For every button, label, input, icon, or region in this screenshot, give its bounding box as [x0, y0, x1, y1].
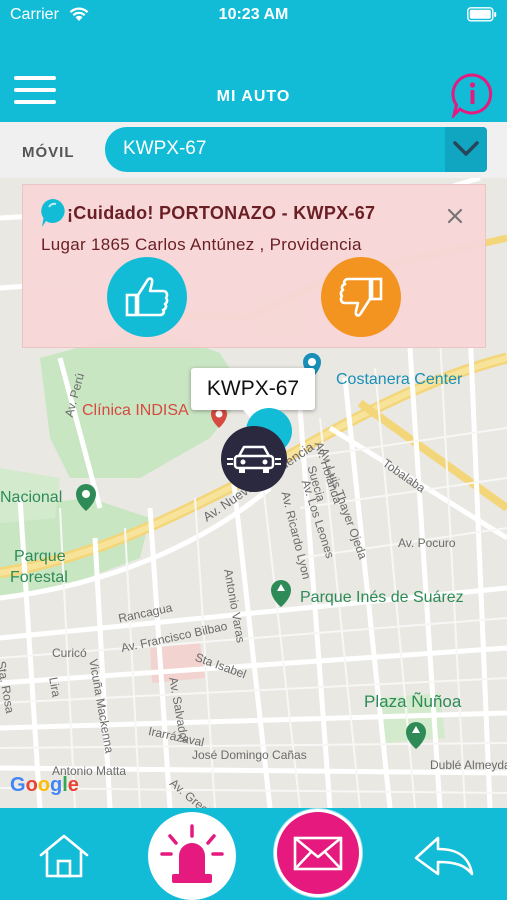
place-label-ines-suarez[interactable]: Parque Inés de Suárez — [300, 589, 464, 607]
alarm-button[interactable] — [148, 812, 236, 900]
mail-icon — [293, 836, 343, 871]
vehicle-dropdown[interactable]: KWPX-67 — [105, 127, 487, 172]
chat-bubble-icon — [40, 198, 66, 233]
battery-icon — [467, 7, 497, 27]
clock: 10:23 AM — [218, 6, 289, 23]
place-label-parque[interactable]: Parque — [14, 548, 66, 566]
street-label: José Domingo Cañas — [192, 748, 307, 762]
home-icon[interactable] — [38, 833, 90, 879]
page-title: MI AUTO — [216, 88, 291, 105]
place-label-forestal[interactable]: Forestal — [10, 569, 68, 587]
alert-title: ¡Cuidado! PORTONAZO - KWPX-67 — [67, 203, 376, 223]
bottom-nav — [0, 808, 507, 900]
place-label-plaza-nunoa[interactable]: Plaza Ñuñoa — [364, 692, 461, 712]
place-label-costanera[interactable]: Costanera Center — [336, 371, 462, 389]
mail-button[interactable] — [274, 809, 362, 897]
app-header: Carrier 10:23 AM MI AUTO — [0, 0, 507, 122]
place-label-indisa[interactable]: Clínica INDISA — [82, 402, 189, 420]
thumbs-down-button[interactable] — [321, 257, 401, 337]
info-icon[interactable] — [450, 72, 494, 120]
thumbs-up-icon — [125, 277, 169, 317]
street-label: Curicó — [52, 646, 87, 660]
car-icon — [227, 445, 281, 473]
siren-icon — [160, 824, 224, 883]
street-label: Av. Pocuro — [398, 536, 456, 550]
car-marker[interactable] — [221, 426, 287, 492]
chevron-down-icon[interactable] — [445, 127, 487, 172]
marker-label: KWPX-67 — [206, 377, 300, 400]
thumbs-down-icon — [339, 277, 383, 317]
place-label-nacional[interactable]: Nacional — [0, 489, 62, 507]
marker-callout: KWPX-67 — [191, 368, 315, 420]
park-pin-ines — [271, 580, 291, 607]
street-label: Dublé Almeyda — [430, 758, 507, 772]
google-logo: Google — [10, 774, 79, 796]
back-arrow-icon[interactable] — [413, 832, 475, 880]
close-icon[interactable] — [445, 206, 465, 226]
alert-card: ¡Cuidado! PORTONAZO - KWPX-67 Lugar 1865… — [22, 184, 486, 348]
status-bar: Carrier 10:23 AM — [0, 0, 507, 32]
vehicle-selector-row: MÓVIL KWPX-67 — [0, 122, 507, 178]
alert-address: Lugar 1865 Carlos Antúnez , Providencia — [41, 235, 362, 254]
vehicle-dropdown-value: KWPX-67 — [123, 138, 207, 159]
vehicle-label: MÓVIL — [22, 144, 75, 161]
thumbs-up-button[interactable] — [107, 257, 187, 337]
